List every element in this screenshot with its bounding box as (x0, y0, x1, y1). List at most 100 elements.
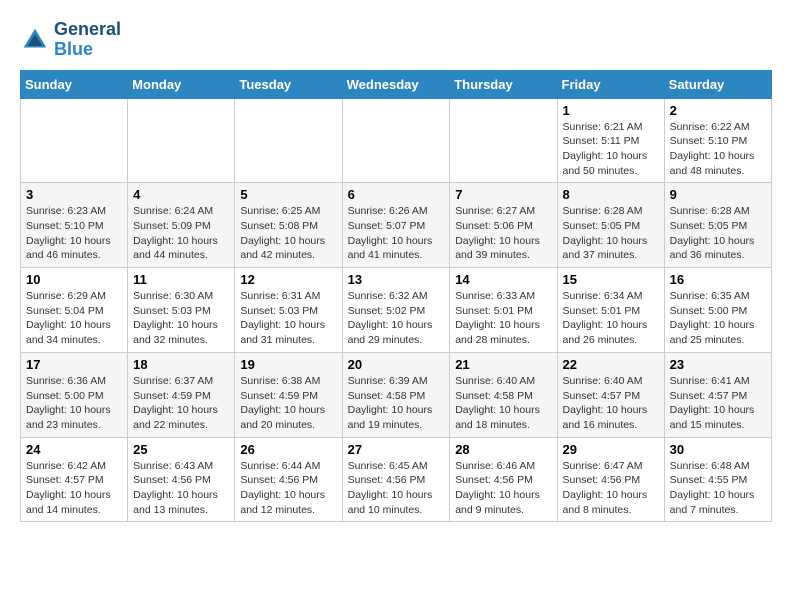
day-info: Sunrise: 6:33 AM Sunset: 5:01 PM Dayligh… (455, 289, 551, 348)
empty-day (21, 98, 128, 183)
calendar-day-3: 3 Sunrise: 6:23 AM Sunset: 5:10 PM Daylig… (21, 183, 128, 268)
column-header-wednesday: Wednesday (342, 70, 450, 98)
day-info: Sunrise: 6:46 AM Sunset: 4:56 PM Dayligh… (455, 459, 551, 518)
calendar-day-5: 5 Sunrise: 6:25 AM Sunset: 5:08 PM Daylig… (235, 183, 342, 268)
calendar-week-5: 24 Sunrise: 6:42 AM Sunset: 4:57 PM Dayli… (21, 437, 772, 522)
day-info: Sunrise: 6:29 AM Sunset: 5:04 PM Dayligh… (26, 289, 122, 348)
day-number: 9 (670, 187, 766, 202)
calendar-day-4: 4 Sunrise: 6:24 AM Sunset: 5:09 PM Daylig… (128, 183, 235, 268)
day-info: Sunrise: 6:48 AM Sunset: 4:55 PM Dayligh… (670, 459, 766, 518)
day-number: 21 (455, 357, 551, 372)
day-info: Sunrise: 6:23 AM Sunset: 5:10 PM Dayligh… (26, 204, 122, 263)
day-info: Sunrise: 6:36 AM Sunset: 5:00 PM Dayligh… (26, 374, 122, 433)
day-number: 26 (240, 442, 336, 457)
empty-day (128, 98, 235, 183)
day-number: 29 (563, 442, 659, 457)
calendar-day-27: 27 Sunrise: 6:45 AM Sunset: 4:56 PM Dayli… (342, 437, 450, 522)
day-info: Sunrise: 6:22 AM Sunset: 5:10 PM Dayligh… (670, 120, 766, 179)
day-number: 19 (240, 357, 336, 372)
day-number: 20 (348, 357, 445, 372)
calendar-day-7: 7 Sunrise: 6:27 AM Sunset: 5:06 PM Daylig… (450, 183, 557, 268)
calendar-day-19: 19 Sunrise: 6:38 AM Sunset: 4:59 PM Dayli… (235, 352, 342, 437)
day-number: 12 (240, 272, 336, 287)
day-number: 11 (133, 272, 229, 287)
column-header-friday: Friday (557, 70, 664, 98)
column-header-thursday: Thursday (450, 70, 557, 98)
day-info: Sunrise: 6:38 AM Sunset: 4:59 PM Dayligh… (240, 374, 336, 433)
day-info: Sunrise: 6:35 AM Sunset: 5:00 PM Dayligh… (670, 289, 766, 348)
column-header-sunday: Sunday (21, 70, 128, 98)
calendar-header-row: SundayMondayTuesdayWednesdayThursdayFrid… (21, 70, 772, 98)
day-info: Sunrise: 6:34 AM Sunset: 5:01 PM Dayligh… (563, 289, 659, 348)
calendar-table: SundayMondayTuesdayWednesdayThursdayFrid… (20, 70, 772, 523)
calendar-day-12: 12 Sunrise: 6:31 AM Sunset: 5:03 PM Dayli… (235, 268, 342, 353)
calendar-week-3: 10 Sunrise: 6:29 AM Sunset: 5:04 PM Dayli… (21, 268, 772, 353)
calendar-day-23: 23 Sunrise: 6:41 AM Sunset: 4:57 PM Dayli… (664, 352, 771, 437)
day-number: 10 (26, 272, 122, 287)
calendar-day-25: 25 Sunrise: 6:43 AM Sunset: 4:56 PM Dayli… (128, 437, 235, 522)
calendar-day-22: 22 Sunrise: 6:40 AM Sunset: 4:57 PM Dayli… (557, 352, 664, 437)
calendar-day-2: 2 Sunrise: 6:22 AM Sunset: 5:10 PM Daylig… (664, 98, 771, 183)
day-number: 25 (133, 442, 229, 457)
logo: General Blue (20, 20, 121, 60)
calendar-day-8: 8Sunrise: 6:28 AM Sunset: 5:05 PM Daylig… (557, 183, 664, 268)
empty-day (235, 98, 342, 183)
calendar-day-24: 24 Sunrise: 6:42 AM Sunset: 4:57 PM Dayli… (21, 437, 128, 522)
day-number: 3 (26, 187, 122, 202)
day-info: Sunrise: 6:40 AM Sunset: 4:57 PM Dayligh… (563, 374, 659, 433)
empty-day (342, 98, 450, 183)
page-header: General Blue (20, 20, 772, 60)
day-number: 6 (348, 187, 445, 202)
calendar-day-15: 15 Sunrise: 6:34 AM Sunset: 5:01 PM Dayli… (557, 268, 664, 353)
day-number: 7 (455, 187, 551, 202)
day-info: Sunrise: 6:32 AM Sunset: 5:02 PM Dayligh… (348, 289, 445, 348)
column-header-monday: Monday (128, 70, 235, 98)
calendar-day-30: 30 Sunrise: 6:48 AM Sunset: 4:55 PM Dayli… (664, 437, 771, 522)
calendar-day-21: 21Sunrise: 6:40 AM Sunset: 4:58 PM Dayli… (450, 352, 557, 437)
day-info: Sunrise: 6:37 AM Sunset: 4:59 PM Dayligh… (133, 374, 229, 433)
day-number: 22 (563, 357, 659, 372)
day-info: Sunrise: 6:41 AM Sunset: 4:57 PM Dayligh… (670, 374, 766, 433)
day-info: Sunrise: 6:25 AM Sunset: 5:08 PM Dayligh… (240, 204, 336, 263)
day-number: 30 (670, 442, 766, 457)
day-info: Sunrise: 6:30 AM Sunset: 5:03 PM Dayligh… (133, 289, 229, 348)
day-info: Sunrise: 6:47 AM Sunset: 4:56 PM Dayligh… (563, 459, 659, 518)
day-number: 14 (455, 272, 551, 287)
calendar-day-1: 1 Sunrise: 6:21 AM Sunset: 5:11 PM Daylig… (557, 98, 664, 183)
day-info: Sunrise: 6:24 AM Sunset: 5:09 PM Dayligh… (133, 204, 229, 263)
day-info: Sunrise: 6:28 AM Sunset: 5:05 PM Dayligh… (563, 204, 659, 263)
calendar-day-16: 16Sunrise: 6:35 AM Sunset: 5:00 PM Dayli… (664, 268, 771, 353)
day-info: Sunrise: 6:45 AM Sunset: 4:56 PM Dayligh… (348, 459, 445, 518)
column-header-tuesday: Tuesday (235, 70, 342, 98)
empty-day (450, 98, 557, 183)
day-info: Sunrise: 6:43 AM Sunset: 4:56 PM Dayligh… (133, 459, 229, 518)
day-number: 13 (348, 272, 445, 287)
day-info: Sunrise: 6:42 AM Sunset: 4:57 PM Dayligh… (26, 459, 122, 518)
day-number: 4 (133, 187, 229, 202)
day-number: 23 (670, 357, 766, 372)
calendar-day-29: 29 Sunrise: 6:47 AM Sunset: 4:56 PM Dayli… (557, 437, 664, 522)
day-info: Sunrise: 6:44 AM Sunset: 4:56 PM Dayligh… (240, 459, 336, 518)
calendar-day-18: 18 Sunrise: 6:37 AM Sunset: 4:59 PM Dayli… (128, 352, 235, 437)
day-info: Sunrise: 6:39 AM Sunset: 4:58 PM Dayligh… (348, 374, 445, 433)
day-info: Sunrise: 6:21 AM Sunset: 5:11 PM Dayligh… (563, 120, 659, 179)
calendar-day-6: 6Sunrise: 6:26 AM Sunset: 5:07 PM Daylig… (342, 183, 450, 268)
calendar-day-11: 11 Sunrise: 6:30 AM Sunset: 5:03 PM Dayli… (128, 268, 235, 353)
day-info: Sunrise: 6:27 AM Sunset: 5:06 PM Dayligh… (455, 204, 551, 263)
calendar-day-20: 20 Sunrise: 6:39 AM Sunset: 4:58 PM Dayli… (342, 352, 450, 437)
logo-icon (20, 25, 50, 55)
day-number: 18 (133, 357, 229, 372)
day-number: 24 (26, 442, 122, 457)
day-number: 28 (455, 442, 551, 457)
column-header-saturday: Saturday (664, 70, 771, 98)
day-info: Sunrise: 6:31 AM Sunset: 5:03 PM Dayligh… (240, 289, 336, 348)
calendar-day-28: 28 Sunrise: 6:46 AM Sunset: 4:56 PM Dayli… (450, 437, 557, 522)
calendar-day-10: 10 Sunrise: 6:29 AM Sunset: 5:04 PM Dayli… (21, 268, 128, 353)
logo-text: General Blue (54, 20, 121, 60)
day-number: 27 (348, 442, 445, 457)
day-number: 5 (240, 187, 336, 202)
calendar-day-13: 13 Sunrise: 6:32 AM Sunset: 5:02 PM Dayli… (342, 268, 450, 353)
day-number: 1 (563, 103, 659, 118)
day-number: 15 (563, 272, 659, 287)
day-number: 2 (670, 103, 766, 118)
